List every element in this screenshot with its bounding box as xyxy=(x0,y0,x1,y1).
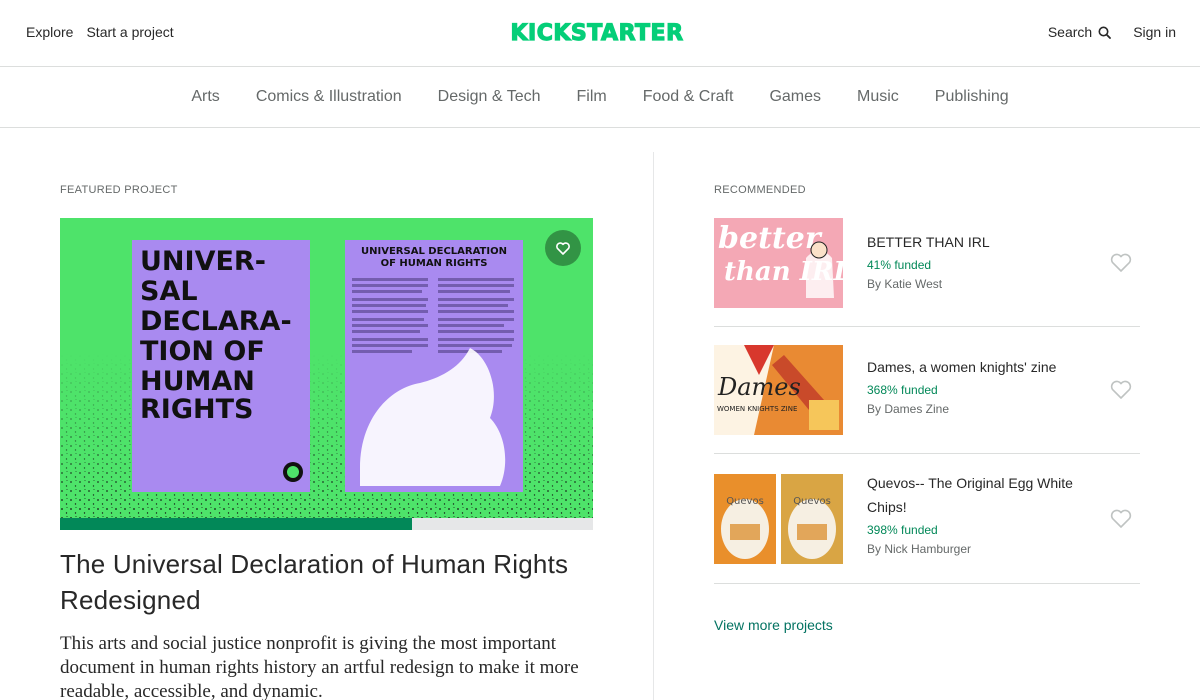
top-header: Explore Start a project KICKSTARTER Sear… xyxy=(0,0,1200,67)
featured-project-blurb: This arts and social justice nonprofit i… xyxy=(60,633,579,700)
start-project-link[interactable]: Start a project xyxy=(86,24,173,40)
view-more-projects-link[interactable]: View more projects xyxy=(714,617,833,633)
svg-text:TION OF: TION OF xyxy=(140,336,265,367)
logo-text: KICKSTARTER xyxy=(510,21,683,44)
column-divider xyxy=(653,152,654,700)
project-title[interactable]: Dames, a women knights' zine xyxy=(867,355,1097,379)
svg-text:SAL: SAL xyxy=(140,276,198,307)
recommended-project-card[interactable]: better than IRL BETTER THAN IRL 41% fund… xyxy=(714,218,1140,308)
project-title[interactable]: BETTER THAN IRL xyxy=(867,230,1097,254)
project-funded: 368% funded xyxy=(867,383,938,397)
category-comics-illustration[interactable]: Comics & Illustration xyxy=(256,88,402,106)
project-info: Quevos-- The Original Egg White Chips! 3… xyxy=(867,471,1097,559)
featured-project-title[interactable]: The Universal Declaration of Human Right… xyxy=(60,546,593,618)
project-thumbnail[interactable]: better than IRL xyxy=(714,218,843,308)
svg-text:OF HUMAN RIGHTS: OF HUMAN RIGHTS xyxy=(381,258,488,269)
project-info: BETTER THAN IRL 41% funded By Katie West xyxy=(867,230,1097,294)
svg-text:better: better xyxy=(718,221,823,256)
category-nav: Arts Comics & Illustration Design & Tech… xyxy=(0,67,1200,128)
recommended-project-card[interactable]: Quevos Quevos Quevos-- The Original Egg … xyxy=(714,474,1140,564)
category-design-tech[interactable]: Design & Tech xyxy=(438,88,541,106)
svg-text:Dames: Dames xyxy=(717,373,801,401)
heart-icon xyxy=(556,241,570,255)
category-publishing[interactable]: Publishing xyxy=(935,88,1009,106)
category-arts[interactable]: Arts xyxy=(191,88,219,106)
svg-text:RIGHTS: RIGHTS xyxy=(140,394,253,425)
kickstarter-logo[interactable]: KICKSTARTER xyxy=(509,20,685,44)
project-creator[interactable]: By Nick Hamburger xyxy=(867,539,1097,559)
featured-funding-progress xyxy=(60,518,593,530)
project-thumbnail[interactable]: Quevos Quevos xyxy=(714,474,843,564)
svg-text:UNIVERSAL DECLARATION: UNIVERSAL DECLARATION xyxy=(361,246,507,257)
project-funded: 398% funded xyxy=(867,523,938,537)
heart-icon[interactable] xyxy=(1110,380,1132,400)
svg-text:WOMEN KNIGHTS ZINE: WOMEN KNIGHTS ZINE xyxy=(717,405,797,413)
project-info: Dames, a women knights' zine 368% funded… xyxy=(867,355,1097,419)
header-left-nav: Explore Start a project xyxy=(26,24,174,40)
svg-text:Quevos: Quevos xyxy=(793,496,831,507)
project-thumbnail[interactable]: Dames WOMEN KNIGHTS ZINE xyxy=(714,345,843,435)
search-icon xyxy=(1098,26,1112,39)
featured-save-button[interactable] xyxy=(545,230,581,266)
project-title[interactable]: Quevos-- The Original Egg White Chips! xyxy=(867,471,1097,519)
svg-text:DECLARA-: DECLARA- xyxy=(140,306,292,337)
project-creator[interactable]: By Dames Zine xyxy=(867,399,1097,419)
header-right-nav: Search Sign in xyxy=(1048,24,1176,40)
featured-section-label: FEATURED PROJECT xyxy=(60,184,178,196)
project-funded: 41% funded xyxy=(867,258,932,272)
category-film[interactable]: Film xyxy=(577,88,607,106)
featured-funding-progress-fill xyxy=(60,518,412,530)
explore-link[interactable]: Explore xyxy=(26,24,73,40)
list-separator xyxy=(714,583,1140,584)
svg-text:HUMAN: HUMAN xyxy=(140,366,255,397)
project-creator[interactable]: By Katie West xyxy=(867,274,1097,294)
category-music[interactable]: Music xyxy=(857,88,899,106)
featured-project-image[interactable]: UNIVER- SAL DECLARA- TION OF HUMAN RIGHT… xyxy=(60,218,593,518)
list-separator xyxy=(714,326,1140,327)
list-separator xyxy=(714,453,1140,454)
sign-in-link[interactable]: Sign in xyxy=(1133,24,1176,40)
heart-icon[interactable] xyxy=(1110,253,1132,273)
recommended-section-label: RECOMMENDED xyxy=(714,184,806,196)
category-games[interactable]: Games xyxy=(769,88,821,106)
heart-icon[interactable] xyxy=(1110,509,1132,529)
featured-poster-illustration: UNIVER- SAL DECLARA- TION OF HUMAN RIGHT… xyxy=(60,218,593,518)
search-label: Search xyxy=(1047,24,1093,40)
search-button[interactable]: Search xyxy=(1047,24,1112,40)
recommended-project-card[interactable]: Dames WOMEN KNIGHTS ZINE Dames, a women … xyxy=(714,345,1140,435)
svg-text:UNIVER-: UNIVER- xyxy=(140,246,266,277)
svg-text:Quevos: Quevos xyxy=(726,496,764,507)
category-food-craft[interactable]: Food & Craft xyxy=(643,88,734,106)
